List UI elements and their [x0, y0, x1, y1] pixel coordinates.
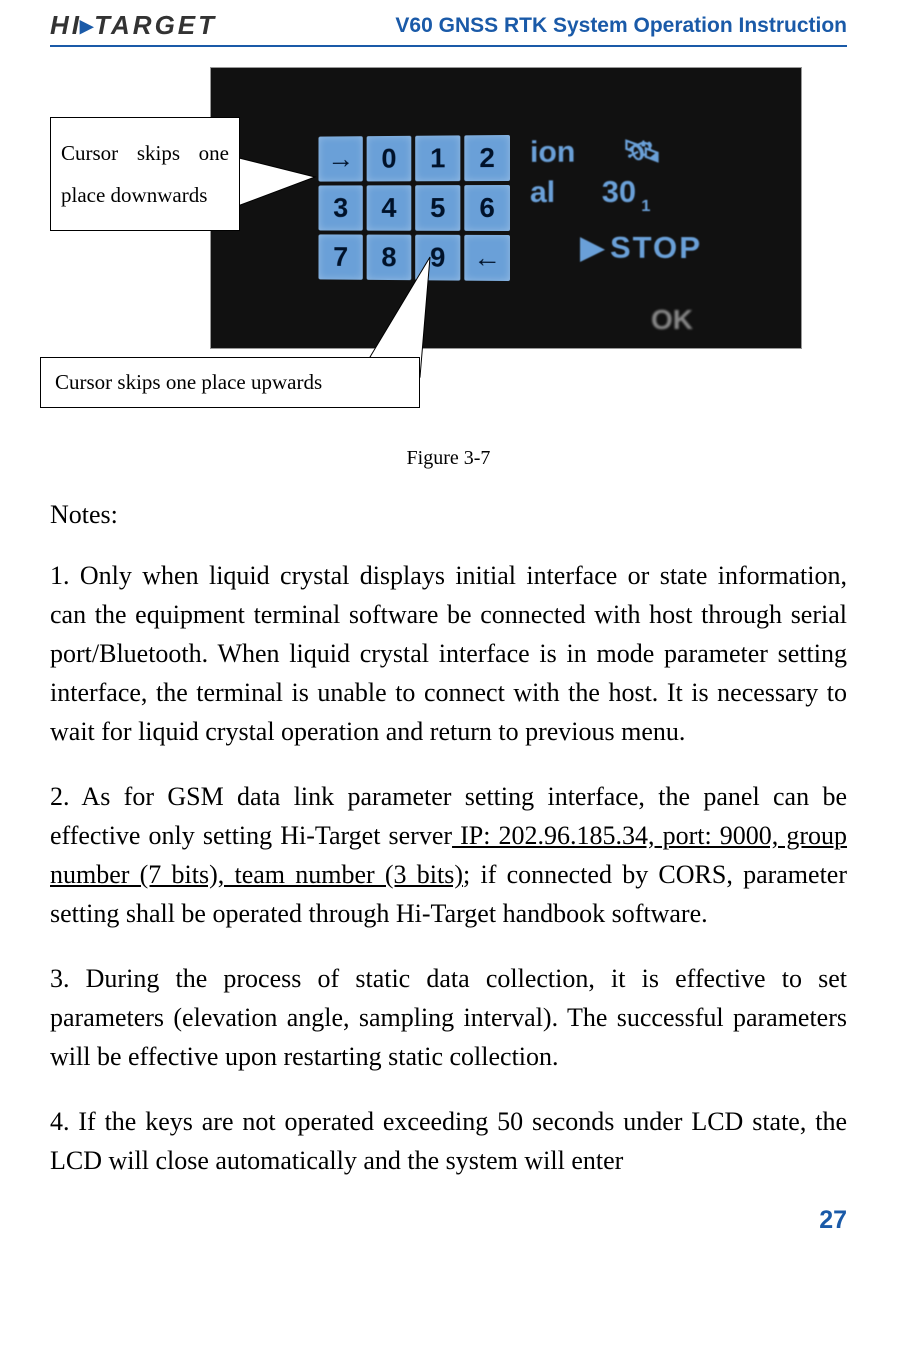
callout-1-line-2: place downwards [61, 174, 229, 216]
status-30: 30 [602, 176, 636, 209]
logo-text-left: HI [50, 10, 82, 40]
key-6: 6 [464, 185, 510, 231]
page-header: HI▸TARGET V60 GNSS RTK System Operation … [50, 0, 847, 47]
page-number: 27 [50, 1206, 847, 1235]
status-ion: ion [530, 135, 575, 169]
note-1: 1. Only when liquid crystal displays ini… [50, 556, 847, 751]
callout-upwards: Cursor skips one place upwards [40, 357, 420, 408]
note-2: 2. As for GSM data link parameter settin… [50, 777, 847, 933]
key-5: 5 [415, 185, 460, 231]
play-arrow-icon: ▶ [580, 230, 603, 265]
status-al: al [530, 176, 555, 210]
logo-text-right: TARGET [94, 10, 217, 40]
brand-logo: HI▸TARGET [50, 10, 217, 41]
note-3: 3. During the process of static data col… [50, 959, 847, 1076]
document-title: V60 GNSS RTK System Operation Instructio… [395, 14, 847, 38]
note-4: 4. If the keys are not operated exceedin… [50, 1102, 847, 1180]
key-left-arrow-icon: ← [464, 235, 510, 281]
figure-block: → 0 1 2 3 4 5 6 7 8 9 ← ion 🛰 [50, 67, 847, 437]
key-1: 1 [415, 135, 460, 181]
callout-1-line-1: Cursor skips one [61, 132, 229, 174]
status-1: 1 [641, 198, 650, 216]
key-0: 0 [367, 136, 412, 182]
lcd-status-column: ion 🛰 al 30 1 ▶ STOP [530, 133, 702, 282]
key-4: 4 [367, 185, 412, 230]
callout-pointer-1-icon [235, 157, 315, 217]
status-stop: STOP [610, 231, 702, 266]
figure-caption: Figure 3-7 [50, 447, 847, 470]
key-7: 7 [319, 234, 363, 279]
ok-indicator: OK [651, 304, 693, 336]
satellite-icon: 🛰 [622, 134, 661, 170]
callout-downwards: Cursor skips one place downwards [50, 117, 240, 231]
key-3: 3 [319, 185, 363, 230]
key-right-arrow-icon: → [319, 136, 363, 181]
key-2: 2 [464, 135, 510, 181]
notes-heading: Notes: [50, 500, 847, 530]
